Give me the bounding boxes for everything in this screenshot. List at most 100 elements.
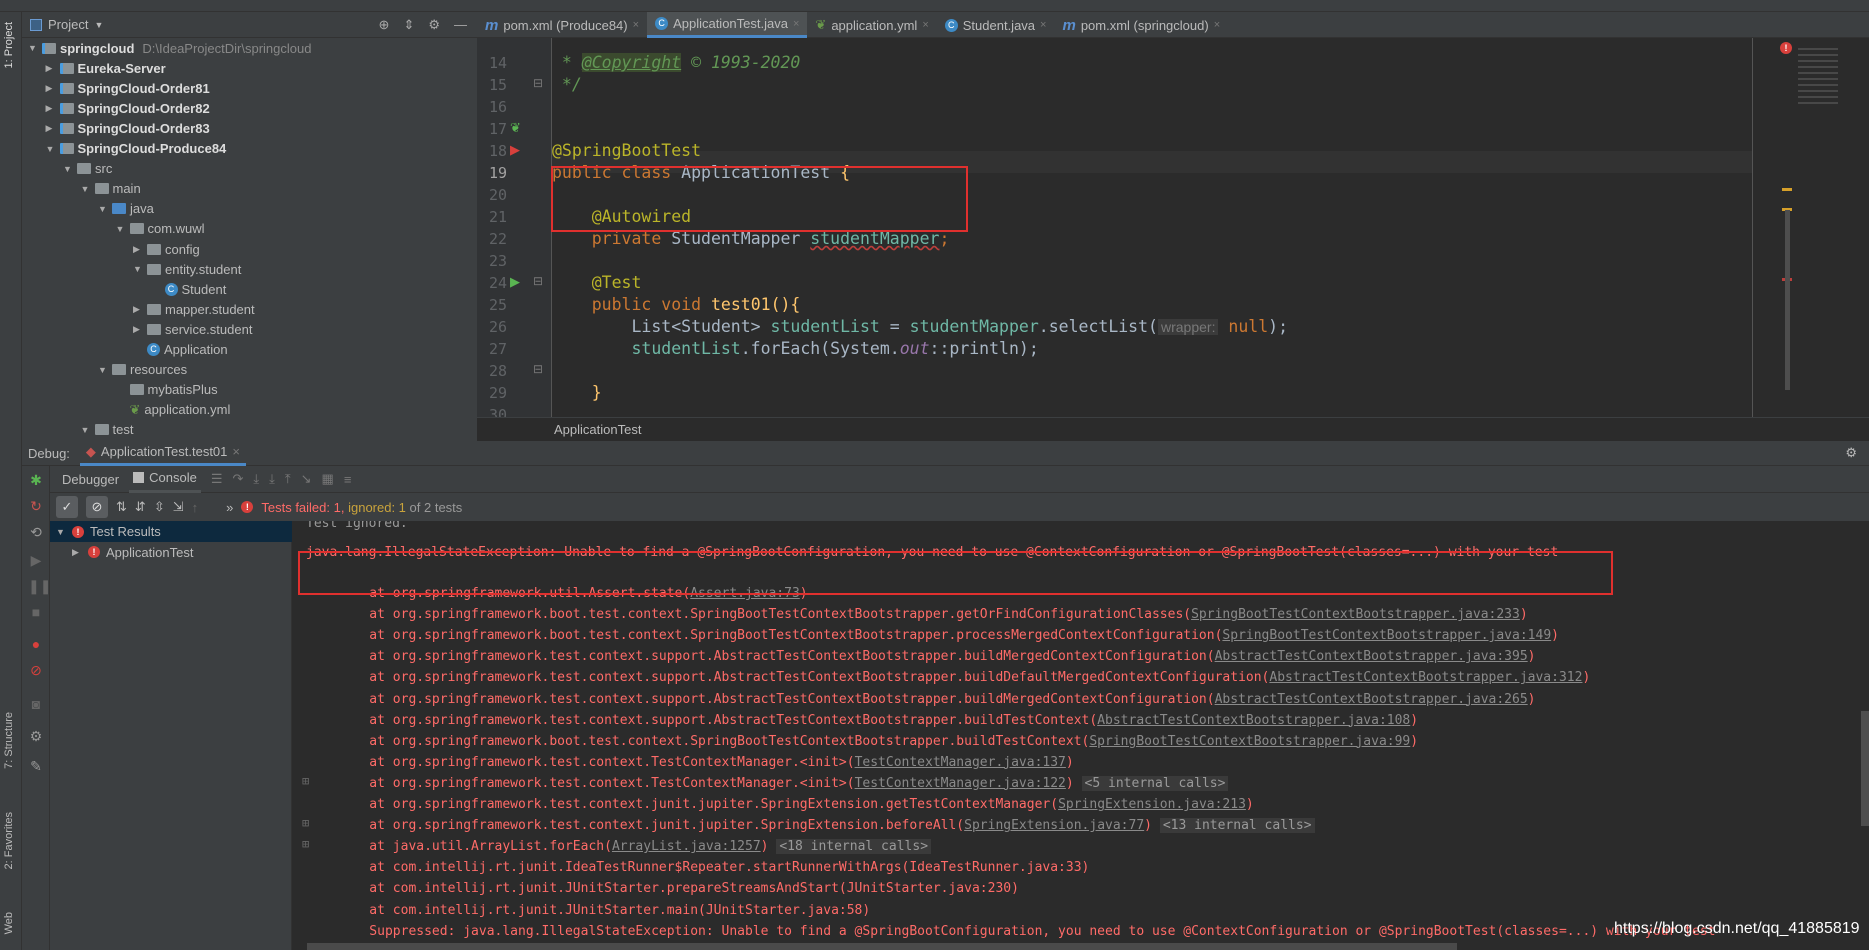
bug-icon[interactable]: ✱ [28, 472, 44, 488]
step-into-icon[interactable]: ⤓ [253, 471, 259, 487]
tree-item[interactable]: ▼ src [63, 159, 112, 179]
editor-tab[interactable]: C ApplicationTest.java × [647, 12, 808, 38]
pause-icon[interactable]: ❚❚ [28, 578, 51, 594]
run-test-icon[interactable]: ▶ [510, 142, 520, 158]
gear-icon[interactable]: ⚙ [428, 17, 440, 33]
tree-item[interactable]: ▼ java [98, 199, 154, 219]
editor-tab[interactable]: ❦ application.yml × [807, 12, 936, 38]
breadcrumb[interactable]: ApplicationTest [477, 417, 1869, 441]
console-scrollbar[interactable] [1861, 711, 1869, 826]
chevron-right-icon[interactable]: ▶ [133, 324, 143, 335]
chevron-right-icon[interactable]: ▶ [46, 123, 56, 134]
chevron-right-icon[interactable]: ▶ [46, 103, 56, 114]
source-link[interactable]: SpringBootTestContextBootstrapper.java:9… [1089, 734, 1410, 749]
close-icon[interactable]: × [1214, 19, 1220, 31]
close-icon[interactable]: × [793, 18, 799, 30]
tab-debugger[interactable]: Debugger [62, 472, 119, 487]
gear-icon[interactable]: ⚙ [1845, 445, 1869, 461]
previous-failed-icon[interactable]: ↑ [192, 500, 199, 515]
fold-icon[interactable]: ⊟ [533, 274, 543, 288]
locate-icon[interactable]: ⊕ [379, 17, 390, 33]
close-icon[interactable]: × [922, 19, 928, 31]
tree-item[interactable]: ▼ SpringCloud-Produce84 [46, 139, 227, 159]
tab-console[interactable]: Console [129, 466, 201, 493]
stop-icon[interactable]: ■ [28, 604, 44, 620]
close-icon[interactable]: × [232, 444, 240, 459]
source-link[interactable]: SpringBootTestContextBootstrapper.java:2… [1191, 607, 1520, 622]
tree-item[interactable]: C Application [133, 340, 228, 360]
camera-icon[interactable]: ◙ [28, 696, 44, 712]
warning-marker[interactable] [1782, 188, 1792, 191]
expand-fold-icon[interactable]: ⊞ [302, 837, 309, 851]
tree-item[interactable]: ▶ SpringCloud-Order82 [46, 98, 210, 118]
chevron-down-icon[interactable]: ▼ [116, 224, 126, 234]
evaluate-icon[interactable]: ▦ [322, 471, 334, 487]
chevron-down-icon[interactable]: ▼ [63, 164, 73, 174]
tree-item[interactable]: ▼ com.wuwl [116, 219, 205, 239]
tree-item[interactable]: ▼ test [81, 420, 134, 440]
test-tree-row[interactable]: ▶ ! ApplicationTest [50, 542, 292, 562]
test-tree-row[interactable]: ▼ ! Test Results [50, 521, 292, 542]
chevron-down-icon[interactable]: ▼ [98, 365, 108, 375]
resume-icon[interactable]: ▶ [28, 552, 44, 568]
restore-layout-icon[interactable]: ⟲ [28, 524, 44, 540]
internal-calls-fold[interactable]: <5 internal calls> [1081, 775, 1229, 791]
expand-fold-icon[interactable]: ⊞ [302, 774, 309, 788]
project-tool-button[interactable]: 1: Project [3, 22, 15, 68]
source-link[interactable]: TestContextManager.java:137 [855, 755, 1066, 770]
rerun-icon[interactable]: ↻ [28, 498, 44, 514]
more-icon[interactable]: » [226, 500, 233, 515]
source-link[interactable]: ArrayList.java:1257 [612, 839, 761, 854]
fold-icon[interactable]: ⊟ [533, 76, 543, 90]
show-ignored-toggle[interactable]: ⊘ [86, 496, 108, 518]
editor-tab[interactable]: m pom.xml (springcloud) × [1054, 12, 1228, 38]
tree-item[interactable]: ▶ mapper.student [133, 299, 255, 319]
expand-fold-icon[interactable]: ⊞ [302, 816, 309, 830]
tree-item[interactable]: ▶ SpringCloud-Order81 [46, 78, 210, 98]
expand-all-icon[interactable]: ⇳ [154, 499, 165, 515]
source-link[interactable]: AbstractTestContextBootstrapper.java:395 [1215, 649, 1528, 664]
favorites-tool-button[interactable]: 2: Favorites [3, 812, 15, 869]
trace-icon[interactable]: ≡ [344, 472, 352, 487]
view-breakpoints-icon[interactable]: ● [28, 636, 44, 652]
chevron-right-icon[interactable]: ▶ [133, 304, 143, 315]
chevron-right-icon[interactable]: ▶ [133, 244, 143, 255]
expand-arrow-icon[interactable]: ▼ [56, 527, 66, 537]
editor-tab[interactable]: C Student.java × [937, 12, 1055, 38]
tree-item[interactable]: ▶ service.student [133, 319, 252, 339]
sort-alpha-icon[interactable]: ⇅ [116, 499, 127, 515]
tree-item[interactable]: ❦ application.yml [116, 400, 231, 420]
expand-arrow-icon[interactable]: ▶ [72, 547, 82, 558]
minimap[interactable]: ! [1752, 38, 1869, 417]
tree-item[interactable]: ▶ SpringCloud-Order83 [46, 118, 210, 138]
run-test-icon[interactable]: ▶ [510, 274, 520, 290]
source-link[interactable]: SpringBootTestContextBootstrapper.java:1… [1222, 628, 1551, 643]
run-to-cursor-icon[interactable]: ↘ [301, 471, 312, 487]
close-icon[interactable]: × [633, 19, 639, 31]
source-link[interactable]: AbstractTestContextBootstrapper.java:108 [1097, 713, 1410, 728]
step-over-icon[interactable]: ↷ [232, 471, 243, 487]
chevron-down-icon[interactable]: ▼ [94, 20, 103, 30]
tree-item[interactable]: ▼ main [81, 179, 141, 199]
source-link[interactable]: AbstractTestContextBootstrapper.java:265 [1215, 692, 1528, 707]
editor-scrollbar[interactable] [1785, 210, 1790, 390]
chevron-down-icon[interactable]: ▼ [133, 264, 143, 274]
internal-calls-fold[interactable]: <13 internal calls> [1159, 818, 1315, 834]
tree-item[interactable]: ▶ config [133, 239, 200, 259]
source-link[interactable]: TestContextManager.java:122 [855, 776, 1066, 791]
fold-icon[interactable]: ⊟ [533, 362, 543, 376]
tree-item[interactable]: ▼ entity.student [133, 259, 241, 279]
settings-icon[interactable]: ⚙ [28, 728, 44, 744]
source-link[interactable]: SpringExtension.java:213 [1058, 797, 1246, 812]
minimize-icon[interactable]: — [454, 17, 467, 33]
source-link[interactable]: SpringExtension.java:77 [964, 818, 1144, 833]
internal-calls-fold[interactable]: <18 internal calls> [776, 839, 932, 855]
tree-item[interactable]: C Student [151, 279, 226, 299]
chevron-down-icon[interactable]: ▼ [81, 184, 91, 194]
error-stripe-icon[interactable]: ! [1780, 42, 1792, 54]
chevron-down-icon[interactable]: ▼ [81, 425, 91, 435]
sort-duration-icon[interactable]: ⇵ [135, 499, 146, 515]
force-step-into-icon[interactable]: ⤓ [269, 471, 275, 487]
step-out-icon[interactable]: ⤒ [285, 471, 291, 487]
tree-item[interactable]: mybatisPlus [116, 380, 218, 400]
